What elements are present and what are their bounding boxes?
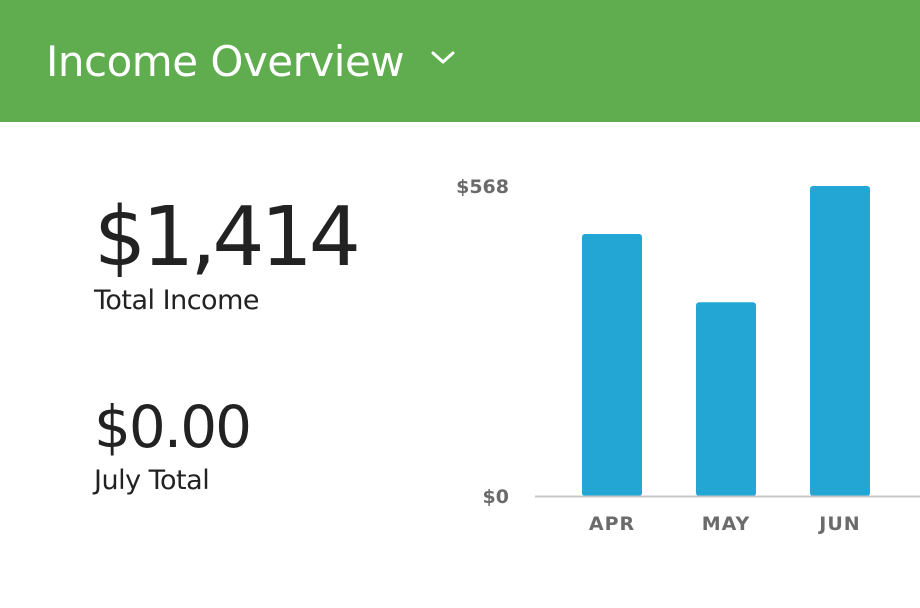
y-tick-label: $568	[456, 176, 509, 198]
chevron-down-icon[interactable]	[430, 50, 456, 66]
bar-apr	[582, 234, 642, 496]
total-income-stat: $1,414 Total Income	[94, 190, 361, 318]
x-tick-label: APR	[589, 513, 635, 535]
x-tick-label: MAY	[702, 513, 751, 535]
bar-jun	[810, 186, 870, 496]
page-title: Income Overview	[46, 36, 405, 86]
chevron-down-icon-svg	[431, 51, 455, 64]
month-total-value: $0.00	[94, 393, 252, 461]
bar-may	[696, 302, 756, 496]
month-total-stat: $0.00 July Total	[94, 392, 252, 498]
total-income-label: Total Income	[94, 285, 259, 316]
month-total-label: July Total	[94, 465, 210, 496]
x-tick-label: JUN	[817, 513, 860, 535]
header-bar: Income Overview	[0, 0, 920, 122]
income-bar-chart: $0 $568 APR MAY JUN	[456, 176, 920, 535]
y-tick-label: $0	[483, 486, 509, 508]
total-income-value: $1,414	[94, 190, 361, 285]
